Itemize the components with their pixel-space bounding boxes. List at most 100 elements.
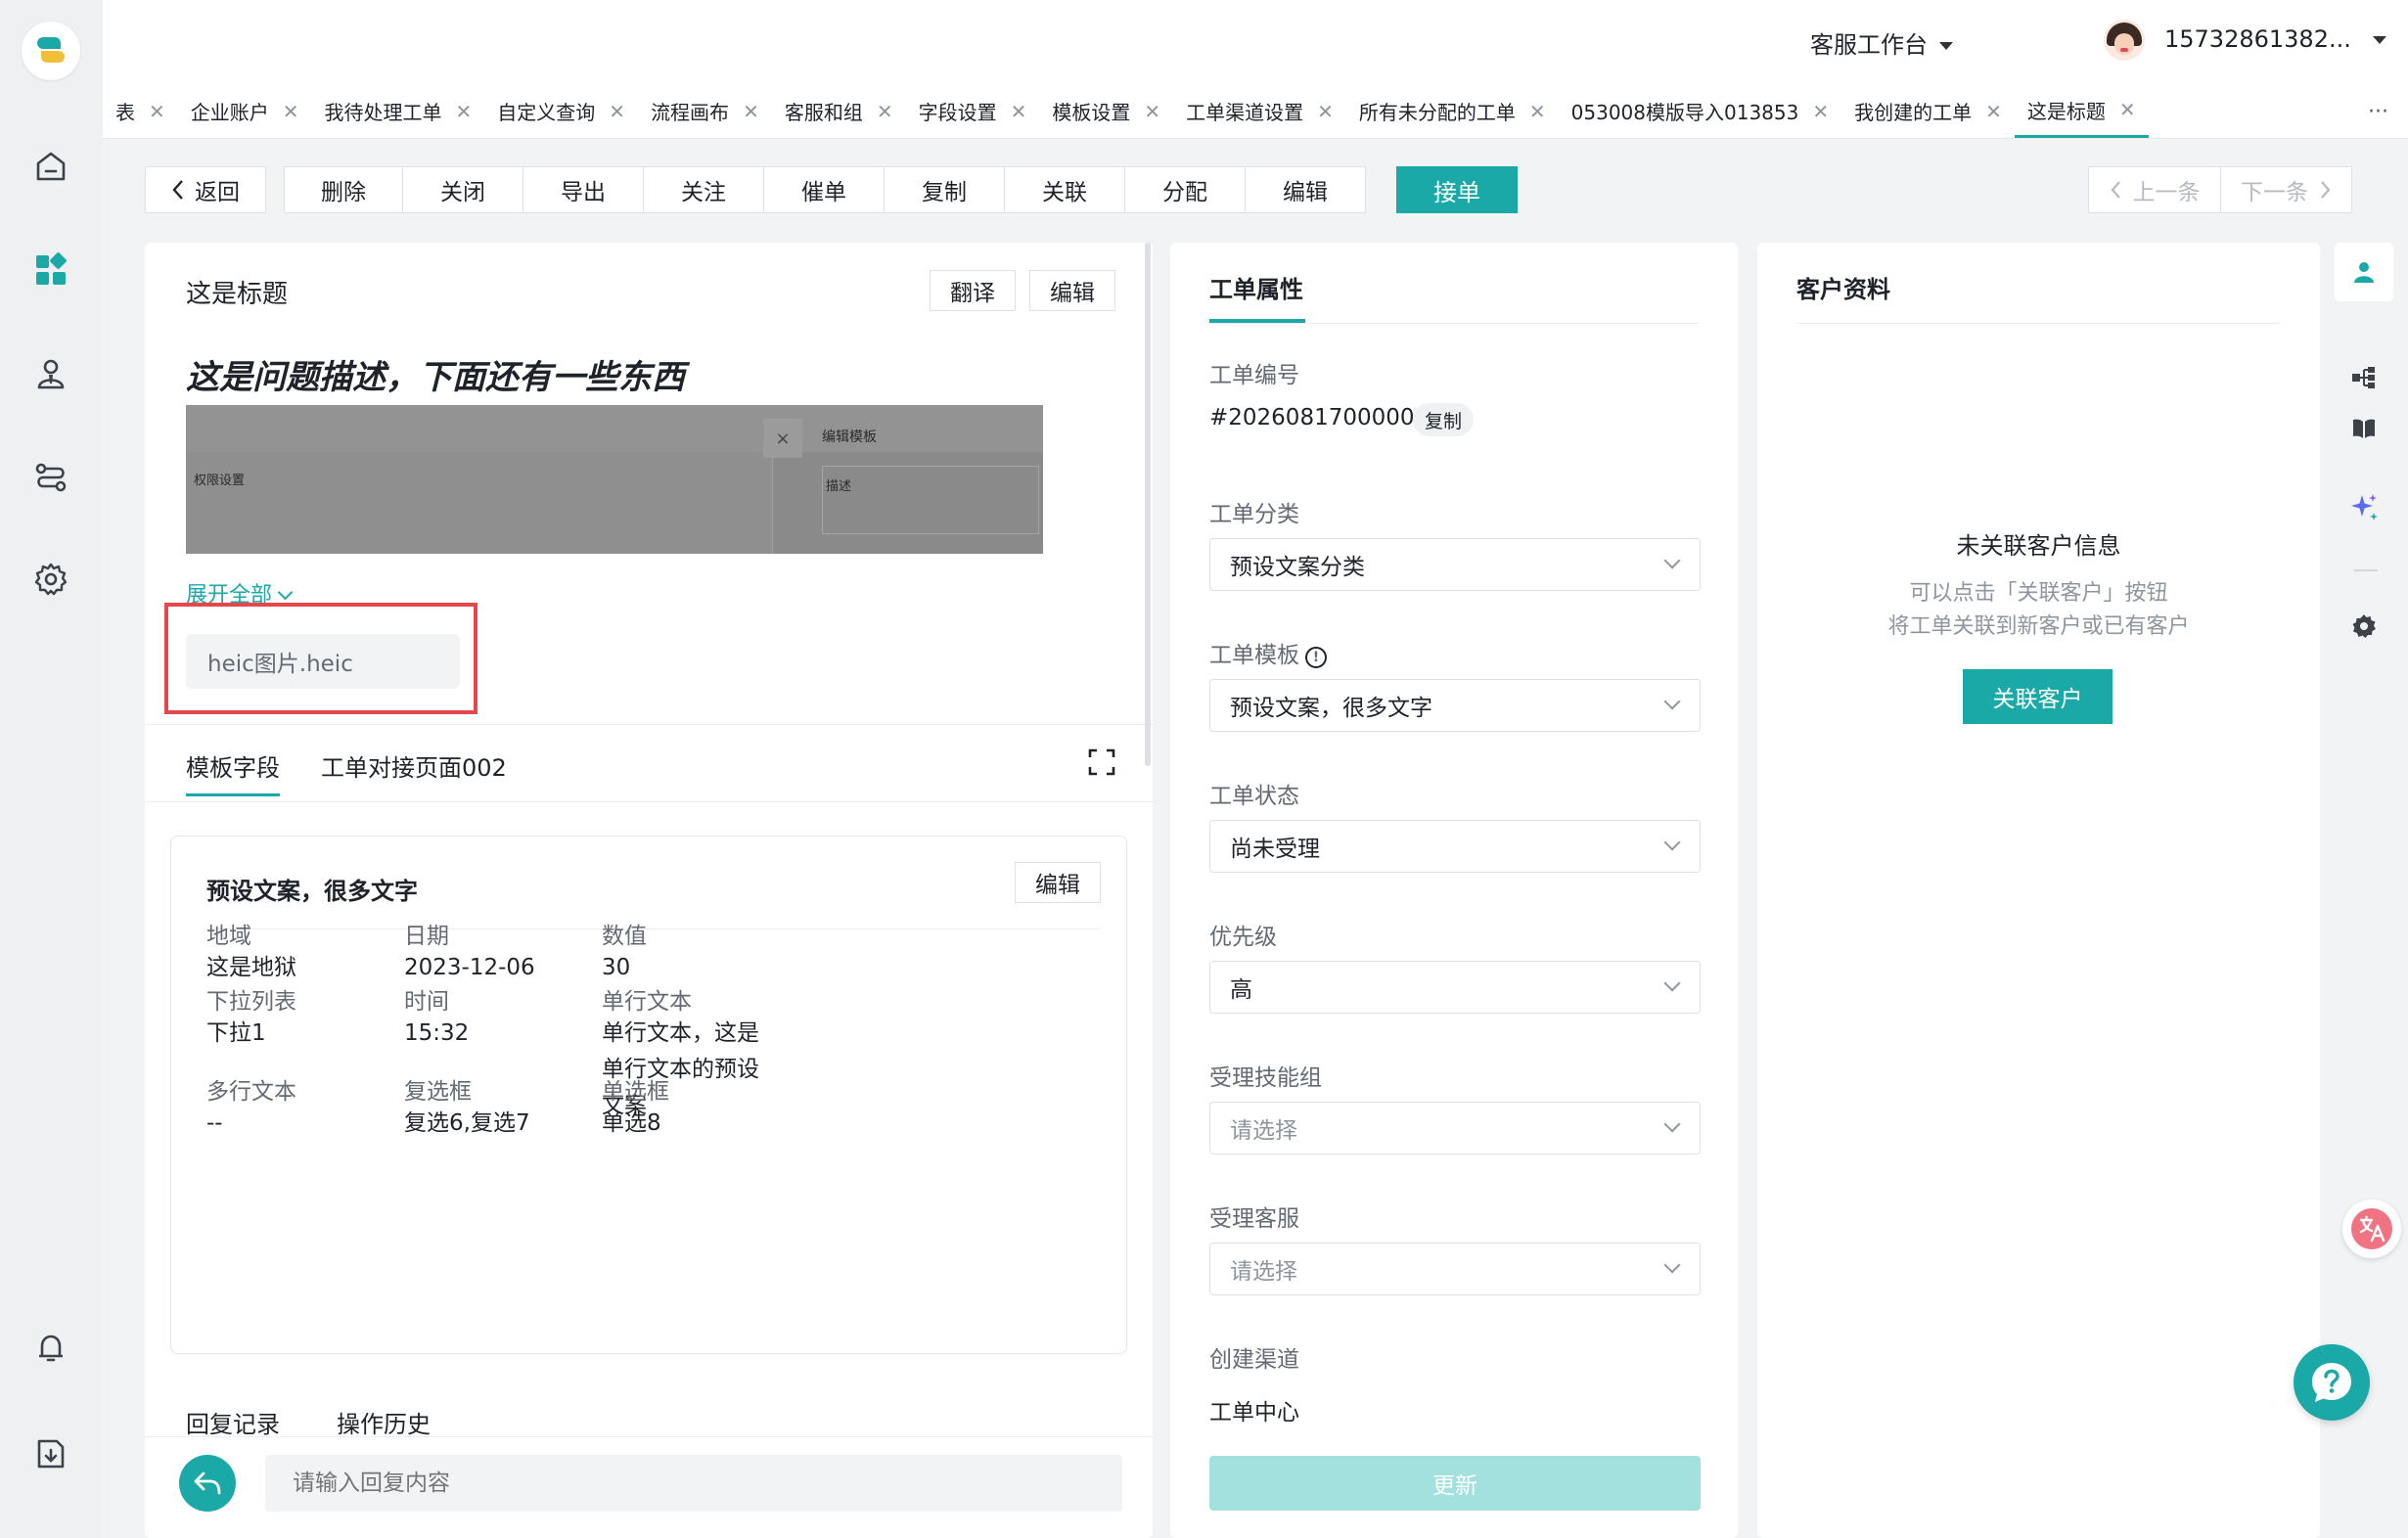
tab-12[interactable]: 这是标题 ✕ [2014, 84, 2149, 138]
customer-icon[interactable] [31, 354, 70, 393]
assign-button[interactable]: 分配 [1125, 166, 1246, 213]
prev-button[interactable]: 上一条 [2089, 167, 2220, 212]
follow-button[interactable]: 关注 [644, 166, 764, 213]
caret-down-icon [2372, 36, 2386, 44]
urge-button[interactable]: 催单 [764, 166, 885, 213]
dashboard-icon[interactable] [31, 250, 70, 290]
chevron-down-icon [1663, 974, 1681, 992]
user-menu[interactable]: 15732861382... [2164, 25, 2386, 53]
close-icon[interactable]: ✕ [1011, 100, 1027, 123]
close-icon[interactable]: ✕ [1144, 100, 1160, 123]
status-select[interactable]: 尚未受理 [1209, 820, 1701, 873]
skill-group-select[interactable]: 请选择 [1209, 1102, 1701, 1154]
close-icon[interactable]: ✕ [609, 100, 625, 123]
tab-4[interactable]: 流程画布 ✕ [638, 84, 772, 138]
attachment-chip[interactable]: heic图片.heic [186, 634, 460, 689]
field-label: 单选框 [602, 1079, 669, 1105]
delete-button[interactable]: 删除 [284, 166, 403, 213]
next-button[interactable]: 下一条 [2220, 167, 2351, 212]
edit-button[interactable]: 编辑 [1246, 166, 1366, 213]
accept-button[interactable]: 接单 [1396, 166, 1518, 213]
tab-9[interactable]: 所有未分配的工单 ✕ [1346, 84, 1559, 138]
tab-template-fields[interactable]: 模板字段 [186, 748, 280, 796]
close-icon[interactable]: ✕ [456, 100, 473, 123]
tree-icon[interactable] [2335, 348, 2393, 407]
close-icon[interactable]: ✕ [149, 100, 165, 123]
copy-button[interactable]: 复制 [885, 166, 1005, 213]
back-button[interactable]: 返回 [145, 166, 266, 213]
tab-label: 流程画布 [651, 101, 730, 124]
embedded-screenshot[interactable]: 权限设置 × 编辑模板 描述 [186, 405, 1043, 554]
workspace-label: 客服工作台 [1810, 31, 1928, 59]
tab-more-icon[interactable]: ··· [2368, 84, 2388, 139]
flow-icon[interactable] [31, 458, 70, 497]
priority-select[interactable]: 高 [1209, 961, 1701, 1014]
translate-fab[interactable] [2342, 1199, 2401, 1258]
download-icon[interactable] [31, 1434, 70, 1473]
knowledge-book-icon[interactable] [2335, 399, 2393, 458]
close-button[interactable]: 关闭 [403, 166, 523, 213]
tab-11[interactable]: 我创建的工单 ✕ [1841, 84, 2015, 138]
tab-label: 模板设置 [1052, 101, 1131, 124]
home-icon[interactable] [31, 147, 70, 186]
chevron-right-icon [2321, 181, 2331, 199]
properties-heading: 工单属性 [1209, 276, 1303, 303]
export-button[interactable]: 导出 [523, 166, 644, 213]
close-icon[interactable]: ✕ [743, 100, 759, 123]
tab-5[interactable]: 客服和组 ✕ [772, 84, 906, 138]
close-icon[interactable]: ✕ [1529, 100, 1546, 123]
tab-0[interactable]: 表 ✕ [103, 84, 178, 138]
gear-icon[interactable] [2335, 597, 2393, 656]
copy-number-button[interactable]: 复制 [1413, 403, 1475, 436]
fullscreen-icon[interactable] [1088, 748, 1115, 780]
tab-operation-history[interactable]: 操作历史 [337, 1405, 431, 1439]
template-card-title: 预设文案，很多文字 [206, 878, 418, 905]
help-fab[interactable] [2294, 1344, 2370, 1421]
close-icon[interactable]: ✕ [1317, 100, 1334, 123]
close-icon[interactable]: ✕ [283, 100, 299, 123]
tab-reply-records[interactable]: 回复记录 [186, 1405, 280, 1439]
tab-7[interactable]: 模板设置 ✕ [1039, 84, 1173, 138]
status-value: 尚未受理 [1230, 837, 1320, 862]
close-icon[interactable]: ✕ [2119, 98, 2136, 121]
field-value: -- [206, 1110, 223, 1136]
translate-icon [2351, 1208, 2392, 1249]
user-profile-icon[interactable] [2335, 243, 2393, 301]
tab-6[interactable]: 字段设置 ✕ [906, 84, 1040, 138]
pager: 上一条 下一条 [2088, 166, 2352, 213]
tab-label: 053008模版导入013853 [1570, 101, 1799, 124]
close-icon[interactable]: ✕ [1985, 100, 2002, 123]
tab-label: 企业账户 [190, 101, 269, 124]
tab-2[interactable]: 我待处理工单 ✕ [312, 84, 485, 138]
avatar[interactable] [2104, 20, 2145, 61]
back-label: 返回 [195, 180, 240, 205]
edit-template-button[interactable]: 编辑 [1015, 862, 1101, 903]
settings-icon[interactable] [31, 560, 70, 599]
template-label-text: 工单模板 [1209, 643, 1299, 668]
reply-input[interactable] [265, 1455, 1122, 1512]
tab-integration-page[interactable]: 工单对接页面002 [321, 748, 507, 783]
template-select[interactable]: 预设文案，很多文字 [1209, 679, 1701, 732]
update-button[interactable]: 更新 [1209, 1456, 1701, 1511]
tab-1[interactable]: 企业账户 ✕ [178, 84, 312, 138]
tab-10[interactable]: 053008模版导入013853 ✕ [1559, 84, 1841, 138]
content-scrollbar[interactable] [1145, 243, 1151, 766]
reply-button[interactable] [179, 1455, 236, 1512]
close-icon[interactable]: ✕ [1812, 100, 1829, 123]
tab-8[interactable]: 工单渠道设置 ✕ [1173, 84, 1346, 138]
translate-button[interactable]: 翻译 [930, 270, 1016, 311]
category-select[interactable]: 预设文案分类 [1209, 538, 1701, 591]
edit-description-button[interactable]: 编辑 [1029, 270, 1115, 311]
close-icon[interactable]: ✕ [877, 100, 893, 123]
link-customer-button[interactable]: 关联客户 [1963, 669, 2113, 724]
app-logo[interactable] [22, 22, 80, 80]
link-button[interactable]: 关联 [1005, 166, 1125, 213]
screenshot-text: 权限设置 [194, 474, 246, 488]
ai-sparkle-icon[interactable] [2335, 477, 2393, 536]
info-icon[interactable]: ! [1305, 647, 1327, 668]
category-label: 工单分类 [1209, 502, 1299, 527]
workspace-switcher[interactable]: 客服工作台 [1810, 25, 1953, 60]
bell-icon[interactable] [31, 1329, 70, 1368]
tab-3[interactable]: 自定义查询 ✕ [484, 84, 638, 138]
agent-select[interactable]: 请选择 [1209, 1243, 1701, 1295]
